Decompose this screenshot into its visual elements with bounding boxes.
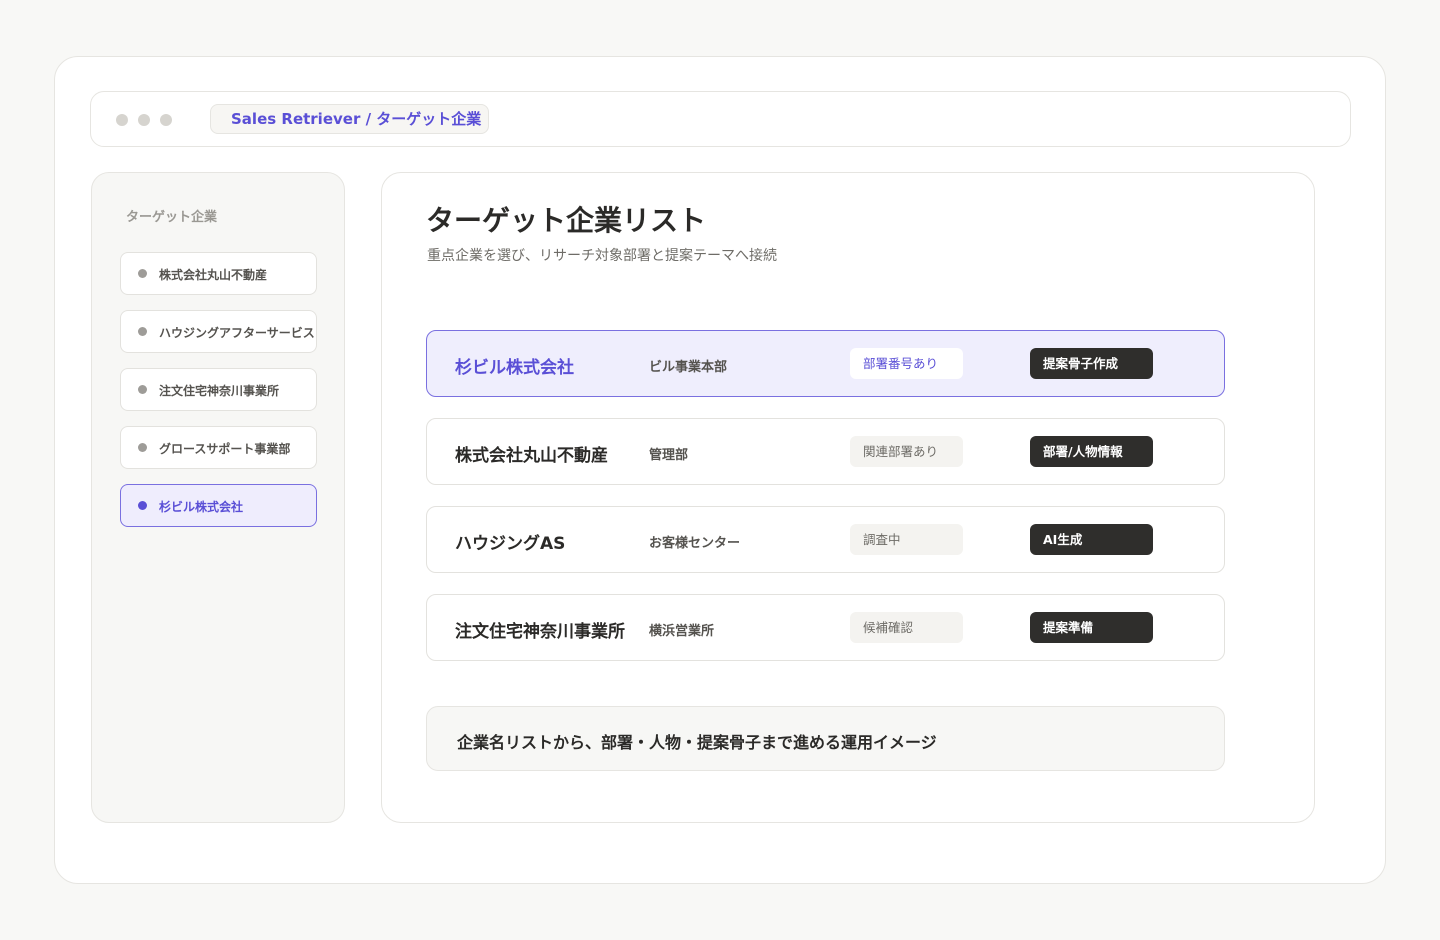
- sidebar-item-label: ハウジングアフターサービス: [159, 326, 315, 340]
- status-badge: 部署番号あり: [850, 348, 963, 379]
- sidebar-item-label: 注文住宅神奈川事業所: [159, 384, 280, 398]
- sidebar-title: ターゲット企業: [126, 210, 218, 225]
- sidebar-item-kanagawa-office[interactable]: 注文住宅神奈川事業所: [120, 368, 317, 411]
- page-title: ターゲット企業リスト: [426, 204, 707, 237]
- action-button[interactable]: 提案骨子作成: [1030, 348, 1153, 379]
- action-button[interactable]: 提案準備: [1030, 612, 1153, 643]
- sidebar-item-label: 杉ビル株式会社: [159, 500, 244, 514]
- status-badge: 調査中: [850, 524, 963, 555]
- company-name: 株式会社丸山不動産: [455, 446, 608, 466]
- table-row[interactable]: ハウジングAS お客様センター 調査中 AI生成: [426, 506, 1225, 573]
- main-panel: ターゲット企業リスト 重点企業を選び、リサーチ対象部署と提案テーマへ接続 杉ビル…: [381, 172, 1315, 823]
- workflow-note-text: 企業名リストから、部署・人物・提案骨子まで進める運用イメージ: [457, 733, 937, 752]
- window-minimize-dot[interactable]: [138, 114, 150, 126]
- action-button[interactable]: AI生成: [1030, 524, 1153, 555]
- sidebar-item-housing-after-service[interactable]: ハウジングアフターサービス: [120, 310, 317, 353]
- window-maximize-dot[interactable]: [160, 114, 172, 126]
- bullet-icon: [138, 443, 147, 452]
- sidebar-item-sugi-building[interactable]: 杉ビル株式会社: [120, 484, 317, 527]
- window-close-dot[interactable]: [116, 114, 128, 126]
- action-button[interactable]: 部署/人物情報: [1030, 436, 1153, 467]
- window-titlebar: Sales Retriever / ターゲット企業: [90, 91, 1351, 147]
- bullet-icon: [138, 327, 147, 336]
- sidebar-item-maruyama[interactable]: 株式会社丸山不動産: [120, 252, 317, 295]
- sidebar-item-label: グロースサポート事業部: [159, 442, 291, 456]
- department-name: ビル事業本部: [649, 360, 728, 375]
- sidebar-item-growth-support[interactable]: グロースサポート事業部: [120, 426, 317, 469]
- page-subtitle: 重点企業を選び、リサーチ対象部署と提案テーマへ接続: [427, 248, 777, 264]
- status-badge: 候補確認: [850, 612, 963, 643]
- bullet-icon: [138, 501, 147, 510]
- department-name: お客様センター: [649, 536, 741, 551]
- department-name: 横浜営業所: [649, 624, 715, 639]
- table-row[interactable]: 株式会社丸山不動産 管理部 関連部署あり 部署/人物情報: [426, 418, 1225, 485]
- table-row[interactable]: 注文住宅神奈川事業所 横浜営業所 候補確認 提案準備: [426, 594, 1225, 661]
- sidebar-item-label: 株式会社丸山不動産: [159, 268, 268, 282]
- sidebar: ターゲット企業 株式会社丸山不動産 ハウジングアフターサービス 注文住宅神奈川事…: [91, 172, 345, 823]
- company-name: 杉ビル株式会社: [455, 358, 574, 378]
- company-name: 注文住宅神奈川事業所: [455, 622, 625, 642]
- breadcrumb[interactable]: Sales Retriever / ターゲット企業: [210, 104, 489, 134]
- bullet-icon: [138, 269, 147, 278]
- workflow-note: 企業名リストから、部署・人物・提案骨子まで進める運用イメージ: [426, 706, 1225, 771]
- company-name: ハウジングAS: [455, 534, 566, 554]
- status-badge: 関連部署あり: [850, 436, 963, 467]
- table-row[interactable]: 杉ビル株式会社 ビル事業本部 部署番号あり 提案骨子作成: [426, 330, 1225, 397]
- department-name: 管理部: [649, 448, 689, 463]
- bullet-icon: [138, 385, 147, 394]
